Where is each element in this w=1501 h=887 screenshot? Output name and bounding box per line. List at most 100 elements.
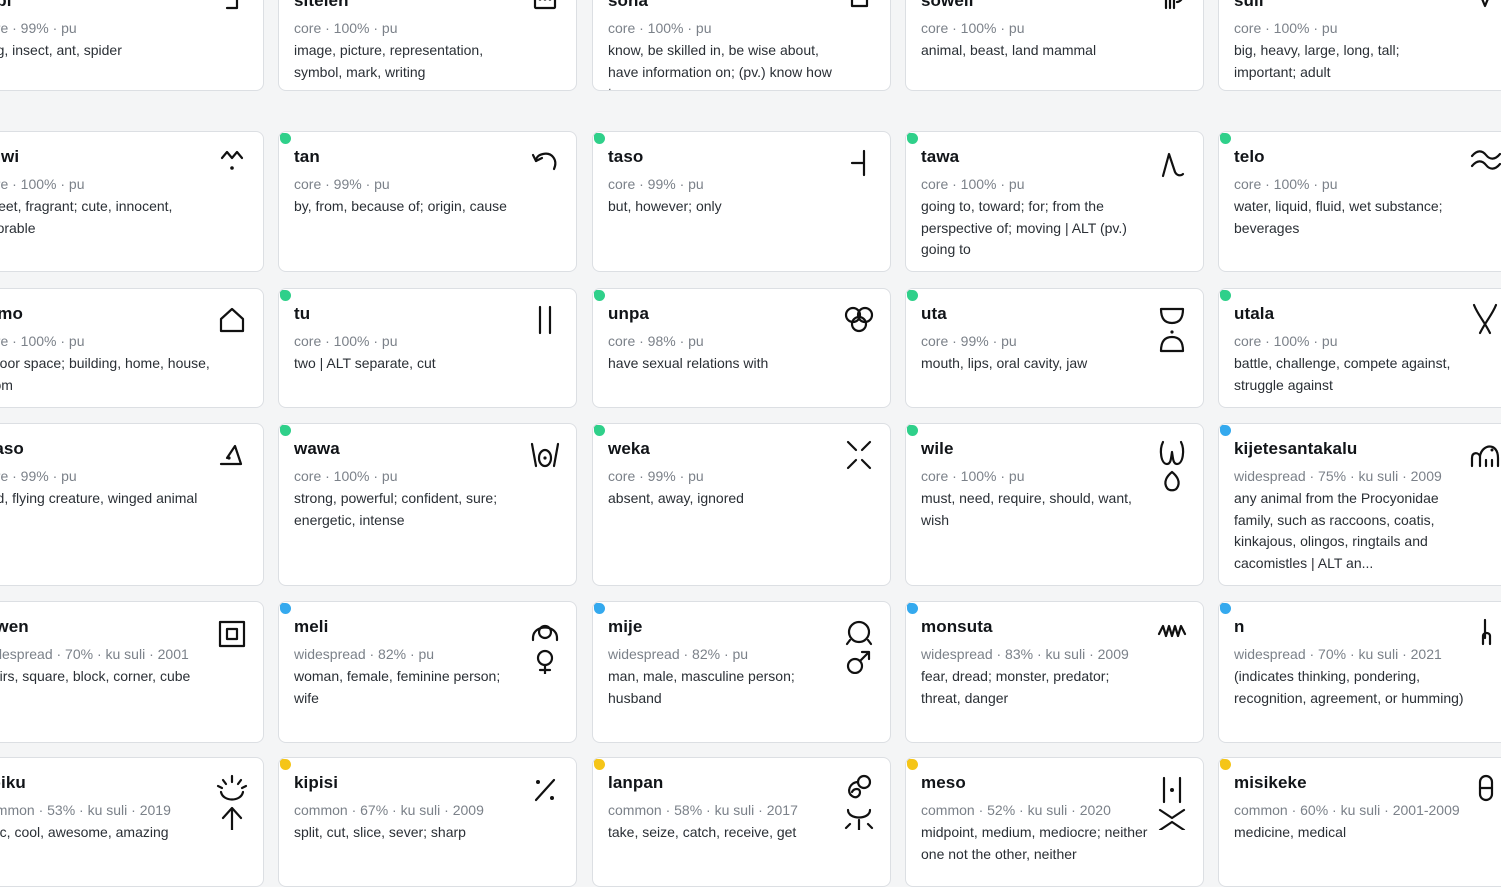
word-definition: absent, away, ignored	[608, 490, 744, 506]
word-title: pipi	[0, 0, 12, 10]
word-usage-meta: core · 99% · pu	[921, 333, 1017, 349]
word-title: meli	[294, 617, 329, 636]
usage-category-marker	[907, 425, 918, 436]
lanpan-glyph-icon	[842, 770, 876, 830]
word-title: meso	[921, 773, 966, 792]
uta-glyph-icon	[1155, 301, 1189, 361]
word-definition: bug, insect, ant, spider	[0, 42, 122, 58]
word-usage-meta: core · 100% · pu	[0, 176, 85, 192]
usage-category-marker	[1220, 603, 1231, 614]
wile-glyph-icon	[1155, 436, 1189, 496]
word-card[interactable]: taso core · 99% · pu but, however; only	[592, 131, 891, 272]
word-card[interactable]: suwi core · 100% · pu sweet, fragrant; cut…	[0, 131, 264, 272]
word-card[interactable]: uta core · 99% · pu mouth, lips, oral cavi…	[905, 288, 1204, 408]
square-glyph-icon	[215, 614, 249, 674]
word-usage-meta: core · 100% · pu	[921, 176, 1025, 192]
word-card[interactable]: pipi core · 99% · pu bug, insect, ant, spi…	[0, 0, 264, 91]
usage-category-marker	[594, 425, 605, 436]
pipi-glyph-icon	[215, 0, 249, 48]
word-definition: indoor space; building, home, house, roo…	[0, 355, 210, 393]
word-usage-meta: widespread · 82% · pu	[294, 646, 435, 662]
word-card[interactable]: tu core · 100% · pu two | ALT separate, cu…	[278, 288, 577, 408]
word-card[interactable]: sitelen core · 100% · pu image, picture, r…	[278, 0, 577, 91]
tomo-glyph-icon	[215, 301, 249, 361]
word-definition: two | ALT separate, cut	[294, 355, 436, 371]
word-card[interactable]: soweli core · 100% · pu animal, beast, lan…	[905, 0, 1204, 91]
usage-category-marker	[594, 759, 605, 770]
word-title: tawa	[921, 147, 960, 166]
word-definition: must, need, require, should, want, wish	[921, 490, 1132, 528]
word-card[interactable]: wawa core · 100% · pu strong, powerful; co…	[278, 423, 577, 586]
weka-glyph-icon	[842, 436, 876, 496]
word-title: mije	[608, 617, 643, 636]
word-card[interactable]: tomo core · 100% · pu indoor space; buildi…	[0, 288, 264, 408]
word-usage-meta: widespread · 70% · ku suli · 2001	[0, 646, 189, 662]
word-card[interactable]: wile core · 100% · pu must, need, require,…	[905, 423, 1204, 586]
word-title: soweli	[921, 0, 974, 10]
word-definition: medicine, medical	[1234, 824, 1347, 840]
word-title: suli	[1234, 0, 1264, 10]
word-card[interactable]: waso core · 99% · pu bird, flying creature…	[0, 423, 264, 586]
sitelen-glyph-icon	[528, 0, 562, 48]
tu-glyph-icon	[528, 301, 562, 361]
word-card[interactable]: unpa core · 98% · pu have sexual relations…	[592, 288, 891, 408]
word-definition: epic, cool, awesome, amazing	[0, 824, 169, 840]
word-usage-meta: widespread · 83% · ku suli · 2009	[921, 646, 1129, 662]
word-usage-meta: core · 100% · pu	[1234, 20, 1338, 36]
word-title: wawa	[294, 439, 340, 458]
word-definition: by, from, because of; origin, cause	[294, 198, 507, 214]
word-card[interactable]: kijetesantakalu widespread · 75% · ku sul…	[1218, 423, 1501, 586]
word-usage-meta: core · 100% · pu	[294, 20, 398, 36]
word-definition: battle, challenge, compete against, stru…	[1234, 355, 1451, 393]
word-card[interactable]: weka core · 99% · pu absent, away, ignored	[592, 423, 891, 586]
word-title: kijetesantakalu	[1234, 439, 1358, 458]
word-title: epiku	[0, 773, 26, 792]
word-title: suwi	[0, 147, 20, 166]
waso-glyph-icon	[215, 436, 249, 496]
word-definition: know, be skilled in, be wise about, have…	[608, 42, 832, 90]
word-definition: animal, beast, land mammal	[921, 42, 1097, 58]
word-usage-meta: widespread · 82% · pu	[608, 646, 749, 662]
word-usage-meta: common · 67% · ku suli · 2009	[294, 802, 484, 818]
word-usage-meta: core · 100% · pu	[1234, 176, 1338, 192]
usage-category-marker	[907, 759, 918, 770]
wawa-glyph-icon	[528, 436, 562, 496]
word-usage-meta: core · 98% · pu	[608, 333, 704, 349]
word-definition: any animal from the Procyonidae family, …	[1234, 490, 1439, 572]
word-title: n	[1234, 617, 1245, 636]
word-card[interactable]: sona core · 100% · pu know, be skilled in,…	[592, 0, 891, 91]
word-card[interactable]: meli widespread · 82% · pu woman, female, …	[278, 601, 577, 743]
word-usage-meta: core · 99% · pu	[0, 20, 77, 36]
word-usage-meta: core · 100% · pu	[921, 468, 1025, 484]
word-card[interactable]: tan core · 99% · pu by, from, because of; …	[278, 131, 577, 272]
misikeke-glyph-icon	[1468, 770, 1501, 830]
word-card[interactable]: telo core · 100% · pu water, liquid, fluid…	[1218, 131, 1501, 272]
word-usage-meta: common · 60% · ku suli · 2001-2009	[1234, 802, 1460, 818]
word-card[interactable]: kiwen widespread · 70% · ku suli · 2001 st…	[0, 601, 264, 743]
epiku-glyph-icon	[215, 770, 249, 830]
word-usage-meta: core · 100% · pu	[608, 20, 712, 36]
word-title: weka	[608, 439, 650, 458]
word-title: kiwen	[0, 617, 29, 636]
word-title: sona	[608, 0, 649, 10]
usage-category-marker	[1220, 425, 1231, 436]
word-title: misikeke	[1234, 773, 1307, 792]
word-usage-meta: core · 99% · pu	[608, 176, 704, 192]
word-usage-meta: core · 100% · pu	[294, 333, 398, 349]
word-card[interactable]: tawa core · 100% · pu going to, toward; fo…	[905, 131, 1204, 272]
word-card[interactable]: mije widespread · 82% · pu man, male, masc…	[592, 601, 891, 743]
word-card[interactable]: utala core · 100% · pu battle, challenge, …	[1218, 288, 1501, 408]
usage-category-marker	[280, 425, 291, 436]
word-title: tan	[294, 147, 320, 166]
word-card[interactable]: n widespread · 70% · ku suli · 2021 (indic…	[1218, 601, 1501, 743]
word-usage-meta: core · 100% · pu	[294, 468, 398, 484]
word-definition: bird, flying creature, winged animal	[0, 490, 198, 506]
usage-category-marker	[280, 133, 291, 144]
word-card[interactable]: suli core · 100% · pu big, heavy, large, l…	[1218, 0, 1501, 91]
usage-category-marker	[280, 290, 291, 301]
word-card[interactable]: monsuta widespread · 83% · ku suli · 2009…	[905, 601, 1204, 743]
word-definition: woman, female, feminine person; wife	[294, 668, 501, 706]
word-title: uta	[921, 304, 947, 323]
sona-glyph-icon	[842, 0, 876, 48]
word-definition: (indicates thinking, pondering, recognit…	[1234, 668, 1464, 706]
